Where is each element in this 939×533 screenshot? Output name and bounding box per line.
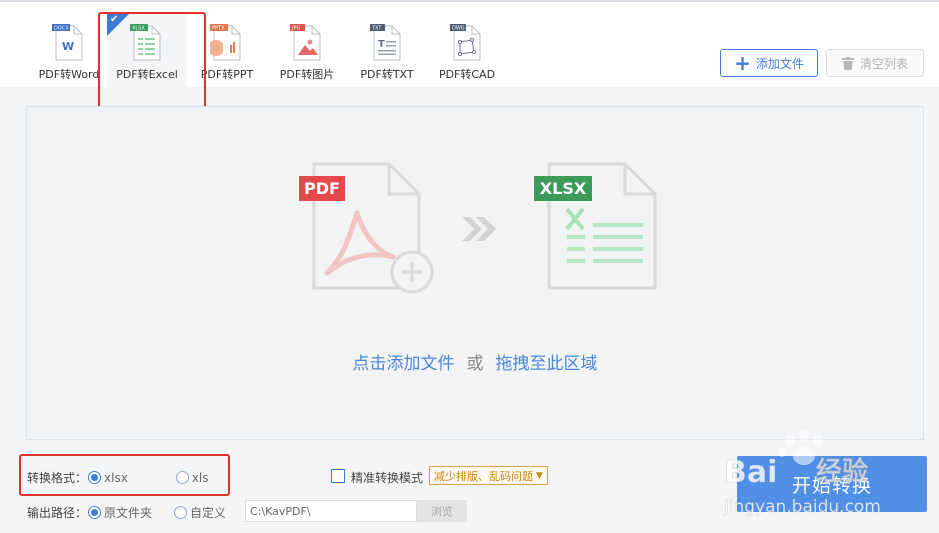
drop-instructions: 点击添加文件或拖拽至此区域: [27, 349, 923, 374]
tab-badge: PPTX: [212, 26, 225, 32]
drag-here-text: 拖拽至此区域: [495, 354, 598, 374]
plus-icon: +: [734, 51, 751, 75]
precise-tip-text: 减少排版、乱码问题: [434, 469, 533, 483]
file-drop-zone[interactable]: PDF XLSX 点击添加文件或拖拽至此区域: [26, 106, 924, 440]
chevron-down-icon: ▼: [536, 470, 543, 481]
double-arrow-icon: [462, 217, 496, 241]
tab-label: PDF转Excel: [116, 68, 178, 81]
radio-xlsx[interactable]: xlsx: [88, 471, 128, 485]
radio-custom-label: 自定义: [190, 506, 227, 520]
radio-xlsx-indicator[interactable]: [88, 471, 102, 484]
radio-xls[interactable]: xls: [175, 470, 209, 485]
pptx-file-icon: PPTX: [210, 24, 241, 61]
tab-pdf-to-excel[interactable]: ✔ XLSX PDF转Excel: [107, 14, 187, 90]
trash-icon: [841, 56, 854, 70]
checkmark-icon: ✔: [110, 14, 119, 25]
xlsx-document-icon: XLSX: [534, 162, 657, 290]
tab-label: PDF转Word: [38, 68, 100, 81]
radio-original-folder[interactable]: 原文件夹: [88, 504, 152, 521]
svg-text:W: W: [62, 40, 74, 53]
precise-mode-tip[interactable]: 减少排版、乱码问题 ▼: [429, 466, 548, 485]
docx-file-icon: DOCX W: [52, 24, 83, 61]
output-path-input[interactable]: [245, 500, 417, 522]
tab-pdf-to-txt[interactable]: TXT T PDF转TXT: [347, 14, 427, 90]
browse-button[interactable]: 浏览: [417, 500, 467, 522]
tab-pdf-to-cad[interactable]: DWG PDF转CAD: [427, 14, 507, 90]
format-label: 转换格式：: [27, 471, 88, 485]
dwg-file-icon: DWG: [450, 24, 481, 61]
tab-pdf-to-ppt[interactable]: PPTX PDF转PPT: [187, 14, 267, 90]
pdf-document-icon: PDF: [299, 162, 434, 294]
tab-badge: DWG: [452, 26, 465, 32]
radio-xls-label: xls: [191, 470, 209, 485]
click-add-file-link[interactable]: 点击添加文件: [353, 354, 455, 374]
radio-custom-indicator[interactable]: [174, 506, 188, 519]
add-file-label: 添加文件: [755, 56, 804, 71]
radio-xlsx-label: xlsx: [104, 470, 128, 485]
pdf-badge-label: PDF: [304, 179, 340, 198]
conversion-illustration: PDF XLSX: [299, 162, 657, 294]
tab-label: PDF转图片: [279, 68, 335, 81]
tab-label: PDF转CAD: [438, 68, 496, 81]
tab-badge: DOCX: [54, 26, 69, 32]
svg-text:T: T: [378, 39, 385, 50]
radio-original-indicator[interactable]: [88, 506, 102, 519]
radio-custom-folder[interactable]: 自定义: [174, 504, 226, 521]
tab-pdf-to-word[interactable]: DOCX W PDF转Word: [29, 14, 109, 90]
xlsx-badge-label: XLSX: [540, 179, 587, 198]
tab-badge: XLSX: [132, 26, 145, 32]
tab-label: PDF转PPT: [200, 68, 254, 81]
output-options-row: 输出路径： 原文件夹 自定义: [27, 504, 226, 521]
xlsx-file-icon: XLSX: [130, 24, 161, 61]
txt-file-icon: TXT T: [370, 24, 401, 61]
radio-xls-indicator[interactable]: [175, 471, 189, 484]
or-text: 或: [466, 354, 484, 374]
tab-label: PDF转TXT: [360, 68, 414, 81]
radio-original-label: 原文件夹: [104, 506, 153, 520]
jpg-file-icon: JPG: [290, 24, 321, 61]
precise-mode-checkbox[interactable]: [331, 469, 345, 483]
output-label: 输出路径：: [27, 506, 88, 520]
tab-badge: TXT: [371, 26, 382, 32]
precise-mode-label: 精准转换模式: [351, 471, 424, 485]
tab-pdf-to-image[interactable]: JPG PDF转图片: [267, 14, 347, 90]
format-options-row: 转换格式： xlsx xls: [27, 469, 209, 486]
tab-badge: JPG: [291, 26, 300, 32]
clear-list-button[interactable]: 清空列表: [826, 49, 924, 77]
add-file-button[interactable]: + 添加文件: [720, 49, 818, 77]
clear-list-label: 清空列表: [859, 56, 908, 71]
start-convert-button[interactable]: 开始转换: [737, 456, 927, 512]
